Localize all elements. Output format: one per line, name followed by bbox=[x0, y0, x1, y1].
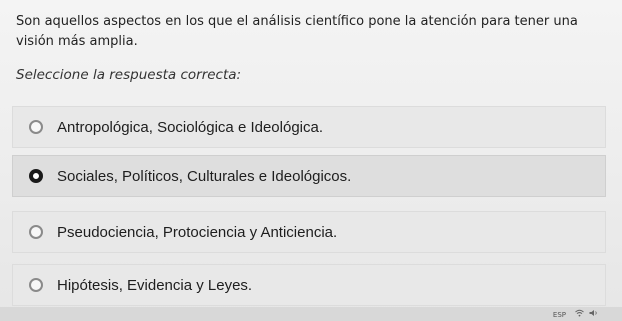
language-indicator[interactable]: ESP bbox=[553, 311, 566, 319]
wifi-icon[interactable] bbox=[575, 309, 584, 319]
option-label: Hipótesis, Evidencia y Leyes. bbox=[57, 276, 253, 294]
taskbar: ESP bbox=[0, 307, 622, 321]
option-label: Sociales, Políticos, Culturales e Ideoló… bbox=[57, 167, 352, 185]
option-4[interactable]: Hipótesis, Evidencia y Leyes. bbox=[12, 264, 606, 306]
quiz-page: Son aquellos aspectos en los que el anál… bbox=[0, 0, 622, 321]
option-label: Antropológica, Sociológica e Ideológica. bbox=[57, 118, 324, 136]
question-text: Son aquellos aspectos en los que el anál… bbox=[16, 14, 578, 49]
radio-button[interactable] bbox=[29, 120, 43, 134]
option-1[interactable]: Antropológica, Sociológica e Ideológica. bbox=[12, 106, 606, 148]
option-3[interactable]: Pseudociencia, Protociencia y Anticienci… bbox=[12, 211, 606, 253]
option-2[interactable]: Sociales, Políticos, Culturales e Ideoló… bbox=[12, 155, 606, 197]
answer-prompt: Seleccione la respuesta correcta: bbox=[16, 67, 242, 83]
option-label: Pseudociencia, Protociencia y Anticienci… bbox=[57, 223, 338, 241]
radio-button-selected[interactable] bbox=[29, 169, 43, 183]
radio-button[interactable] bbox=[29, 278, 43, 292]
volume-icon[interactable] bbox=[589, 309, 598, 319]
radio-button[interactable] bbox=[29, 225, 43, 239]
